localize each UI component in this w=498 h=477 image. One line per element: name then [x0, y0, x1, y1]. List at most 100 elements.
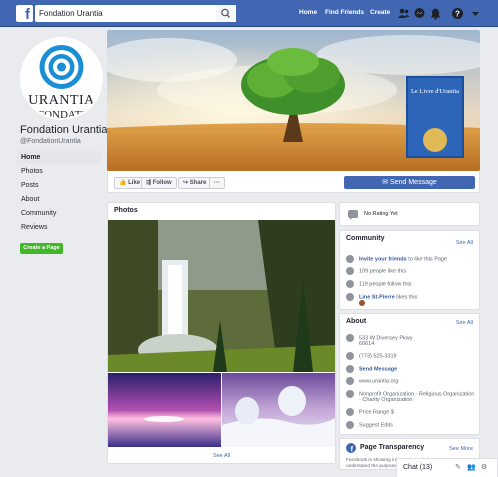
send-message-label: Send Message: [390, 179, 437, 186]
logo-text-top: URANTIA: [28, 93, 95, 108]
send-message-row: Send Message: [346, 365, 397, 373]
friends-icon[interactable]: [397, 7, 410, 20]
chat-bar[interactable]: Chat (13) ✎ 👥 ⚙: [396, 458, 498, 477]
friend-avatar[interactable]: [359, 300, 365, 306]
tag-icon: [346, 390, 354, 398]
logo-text-bottom: FONDATI: [38, 109, 85, 118]
page-title: Fondation Urantia: [20, 124, 108, 136]
community-title: Community: [346, 235, 385, 242]
price-range-row: Price Range $: [346, 408, 394, 416]
sidebar-item-home[interactable]: Home: [17, 151, 101, 164]
website-row: www.urantia.org: [346, 377, 398, 385]
photo-sunset[interactable]: [108, 373, 221, 447]
phone-number: (773) 525-3319: [359, 353, 397, 360]
facebook-logo-icon[interactable]: f: [16, 5, 33, 22]
more-button[interactable]: ···: [209, 177, 225, 189]
invite-text: to like this Page: [406, 256, 448, 263]
page-action-bar: 👍 Like ⇶ Follow ↪ Share ··· ✉ Send Messa…: [107, 171, 480, 193]
follow-label: Follow: [152, 180, 172, 186]
address-row: 533 W Diversey Pkwy: [346, 334, 413, 342]
follows-count-row: 119 people follow this: [346, 280, 412, 288]
sidebar-item-reviews[interactable]: Reviews: [17, 221, 101, 234]
photo-waterfall[interactable]: [108, 220, 335, 372]
photo-snow[interactable]: [222, 373, 335, 447]
nav-create[interactable]: Create: [370, 9, 390, 16]
likes-count-row: 109 people like this: [346, 267, 406, 275]
about-card: About See All 533 W Diversey Pkwy 60614 …: [339, 313, 480, 435]
create-page-button[interactable]: Create a Page: [20, 243, 63, 254]
suggest-edits-link[interactable]: Suggest Edits: [359, 422, 393, 428]
photos-title: Photos: [114, 207, 138, 214]
facebook-transparency-icon: f: [346, 443, 356, 453]
friend-likes-text: likes this: [394, 294, 418, 301]
new-message-icon[interactable]: ✎: [455, 459, 461, 476]
search-icon: [221, 8, 230, 18]
likes-count: 109 people like this: [359, 268, 407, 275]
about-send-message-link[interactable]: Send Message: [359, 366, 397, 372]
pencil-icon: [346, 421, 354, 429]
sidebar-item-posts[interactable]: Posts: [17, 179, 101, 192]
share-label: Share: [189, 180, 207, 186]
globe-icon: [346, 377, 354, 385]
chat-settings-icon[interactable]: ⚙: [481, 459, 487, 476]
like-label: Like: [128, 180, 141, 186]
location-pin-icon: [346, 334, 354, 342]
search-button[interactable]: [216, 5, 236, 22]
category-line-2[interactable]: · Charity Organization: [359, 397, 413, 404]
about-see-all-link[interactable]: See All: [456, 320, 473, 326]
nav-home[interactable]: Home: [299, 9, 317, 16]
photos-see-all-link[interactable]: See All: [108, 453, 335, 459]
svg-text:?: ?: [455, 10, 460, 19]
phone-row: (773) 525-3319: [346, 352, 397, 360]
suggest-edits-row: Suggest Edits: [346, 421, 393, 429]
like-icon: 👍: [119, 180, 129, 186]
page-handle[interactable]: @FondationUrantia: [20, 138, 81, 145]
rating-chat-icon: [348, 210, 358, 220]
invite-friends-link[interactable]: Invite your friends: [359, 256, 407, 262]
price-icon: [346, 408, 354, 416]
sidebar-item-about[interactable]: About: [17, 193, 101, 206]
chat-label: Chat (13): [403, 464, 433, 471]
website-link[interactable]: www.urantia.org: [359, 378, 398, 384]
share-icon: ↪: [183, 180, 190, 186]
caret-icon[interactable]: [469, 7, 482, 20]
help-icon[interactable]: ?: [451, 7, 464, 20]
transparency-see-more-link[interactable]: See More: [449, 446, 473, 452]
about-title: About: [346, 318, 367, 325]
follows-count: 119 people follow this: [359, 281, 412, 288]
sidebar-item-photos[interactable]: Photos: [17, 165, 101, 178]
community-see-all-link[interactable]: See All: [456, 240, 473, 246]
follow-count-icon: [346, 280, 354, 288]
address-line-2: 60614: [359, 341, 375, 347]
messenger-icon[interactable]: [413, 7, 426, 20]
nav-find-friends[interactable]: Find Friends: [325, 9, 364, 16]
top-navigation-bar: f Fondation Urantia Home Find Friends Cr…: [0, 0, 498, 27]
profile-picture[interactable]: URANTIA FONDATI: [20, 37, 103, 120]
notifications-icon[interactable]: [429, 7, 442, 20]
rating-card: No Rating Yet: [339, 202, 480, 226]
search-input[interactable]: Fondation Urantia: [35, 5, 236, 22]
urantia-logo: URANTIA FONDATI: [22, 39, 101, 118]
like-count-icon: [346, 267, 354, 275]
send-message-button[interactable]: ✉ Send Message: [344, 176, 475, 189]
rating-text: No Rating Yet: [364, 211, 398, 217]
add-friends-icon[interactable]: 👥: [467, 459, 476, 476]
friends-like-icon: [346, 293, 354, 301]
share-button[interactable]: ↪ Share: [178, 177, 212, 189]
rss-icon: ⇶: [146, 180, 153, 186]
price-range: Price Range $: [359, 409, 394, 416]
cover-photo[interactable]: Le Livre d'Urantia: [107, 30, 480, 171]
photos-card: Photos See All: [107, 202, 336, 464]
friend-likes-row: Line St-Pierre likes this: [346, 293, 418, 306]
invite-icon: [346, 255, 354, 263]
phone-icon: [346, 352, 354, 360]
messenger-icon: [346, 365, 354, 373]
community-card: Community See All Invite your friends to…: [339, 230, 480, 310]
sidebar-item-community[interactable]: Community: [17, 207, 101, 220]
messenger-icon: ✉: [382, 179, 391, 186]
book-title: Le Livre d'Urantia: [411, 88, 459, 95]
transparency-title: Page Transparency: [360, 444, 425, 451]
friend-name-link[interactable]: Line St-Pierre: [359, 294, 395, 300]
cover-image: Le Livre d'Urantia: [107, 30, 480, 171]
follow-button[interactable]: ⇶ Follow: [141, 177, 177, 189]
